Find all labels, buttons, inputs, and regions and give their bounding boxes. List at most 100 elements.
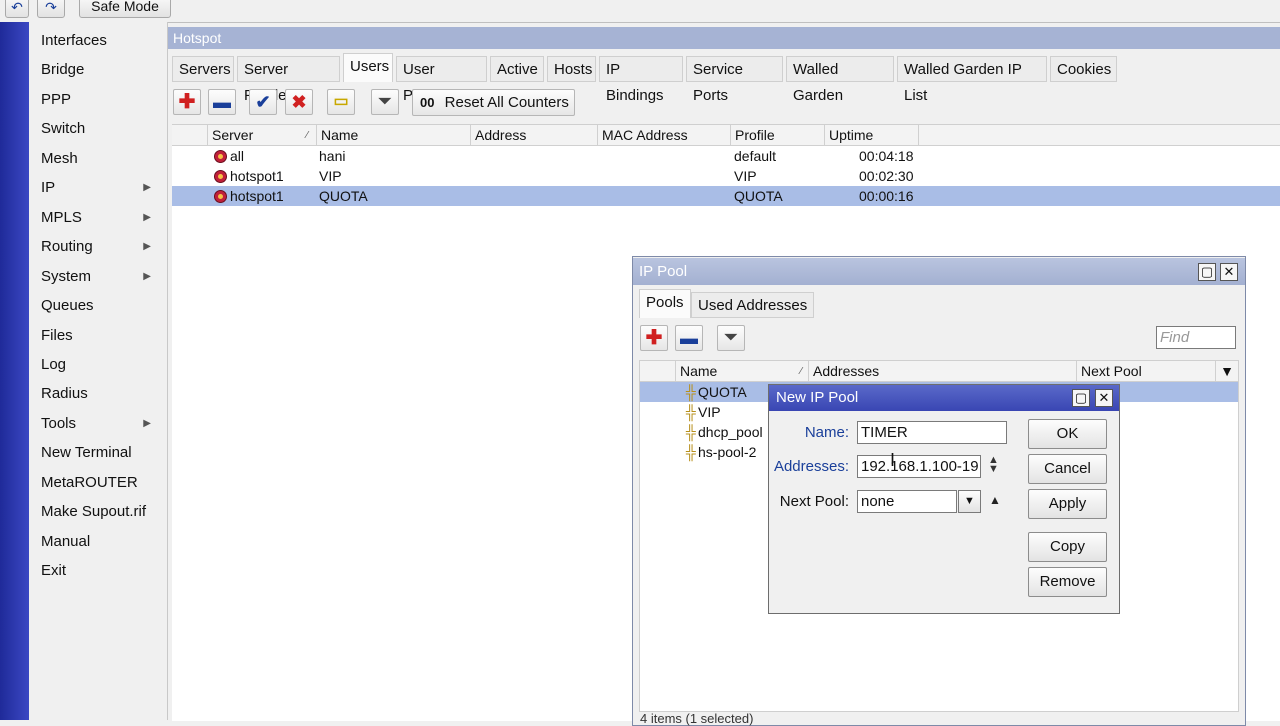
- profile-cell: default: [734, 148, 777, 164]
- apply-button[interactable]: Apply: [1028, 489, 1107, 519]
- redo-button[interactable]: ↷: [37, 0, 65, 18]
- filter-button[interactable]: ⏷: [371, 89, 399, 115]
- next-pool-dropdown[interactable]: ▼: [958, 490, 981, 513]
- redo-icon: ↷: [45, 0, 57, 15]
- uptime-cell: 00:00:16: [859, 188, 914, 204]
- sidebar-item-system[interactable]: System ▶: [41, 265, 161, 289]
- enable-button[interactable]: ✔: [249, 89, 277, 115]
- column-header-uptime[interactable]: Uptime: [825, 125, 919, 146]
- filter-icon: ⏷: [378, 93, 392, 110]
- sidebar-item-mpls[interactable]: MPLS ▶: [41, 206, 161, 230]
- sidebar-item-routing[interactable]: Routing ▶: [41, 235, 161, 259]
- sidebar-item-metarouter[interactable]: MetaROUTER: [41, 471, 161, 495]
- tab-cookies[interactable]: Cookies: [1050, 56, 1117, 82]
- addresses-field[interactable]: 192.168.1.100-19: [857, 455, 981, 478]
- tab-servers[interactable]: Servers: [172, 56, 234, 82]
- pool-remove-button[interactable]: ▬: [675, 325, 703, 351]
- sidebar-item-radius[interactable]: Radius: [41, 382, 161, 406]
- next-pool-select[interactable]: none: [857, 490, 957, 513]
- minus-icon: ▬: [680, 328, 698, 348]
- sidebar-item-manual[interactable]: Manual: [41, 530, 161, 554]
- dialog-close-button[interactable]: ✕: [1095, 389, 1113, 407]
- tab-service-ports[interactable]: Service Ports: [686, 56, 783, 104]
- addresses-stepper[interactable]: ▲ ▼: [988, 455, 999, 475]
- tab-users[interactable]: Users: [343, 53, 393, 82]
- main-menu: Interfaces Bridge PPP Switch Mesh IP ▶ MPLS ▶ Rou…: [29, 22, 168, 720]
- column-header-profile[interactable]: Profile: [731, 125, 825, 146]
- column-header-addresses[interactable]: Addresses: [809, 361, 1077, 382]
- tab-ip-bindings[interactable]: IP Bindings: [599, 56, 683, 104]
- sidebar-item-switch[interactable]: Switch: [41, 117, 161, 141]
- maximize-button[interactable]: ▢: [1198, 263, 1216, 281]
- pool-status: 4 items (1 selected): [640, 711, 754, 726]
- sidebar-item-exit[interactable]: Exit: [41, 559, 161, 583]
- reset-all-counters-button[interactable]: 00 Reset All Counters: [412, 89, 575, 116]
- tab-server-profiles[interactable]: Server Profiles: [237, 56, 340, 104]
- user-icon: [214, 150, 227, 163]
- undo-icon: ↶: [11, 0, 23, 15]
- sidebar-item-files[interactable]: Files: [41, 324, 161, 348]
- add-button[interactable]: ✚: [173, 89, 201, 115]
- sidebar-item-tools[interactable]: Tools ▶: [41, 412, 161, 436]
- submenu-arrow-icon: ▶: [143, 241, 151, 253]
- pool-add-button[interactable]: ✚: [640, 325, 668, 351]
- new-ip-pool-title: New IP Pool: [769, 385, 1119, 411]
- column-header-address[interactable]: Address: [471, 125, 598, 146]
- table-row[interactable]: hotspot1 QUOTA QUOTA 00:00:16: [172, 186, 1280, 206]
- dropdown-icon: ▼: [964, 495, 975, 507]
- name-label: Name:: [804, 424, 849, 441]
- sidebar-item-ppp[interactable]: PPP: [41, 88, 161, 112]
- sidebar-item-queues[interactable]: Queues: [41, 294, 161, 318]
- tab-walled-garden-ip-list[interactable]: Walled Garden IP List: [897, 56, 1047, 104]
- remove-button[interactable]: ▬: [208, 89, 236, 115]
- next-pool-collapse[interactable]: ▲: [989, 493, 1001, 507]
- close-button[interactable]: ✕: [1220, 263, 1238, 281]
- cancel-button[interactable]: Cancel: [1028, 454, 1107, 484]
- column-header-filler: [919, 125, 1280, 146]
- column-header-name[interactable]: Name ⁄: [676, 361, 809, 382]
- column-header-next-pool[interactable]: Next Pool: [1077, 361, 1216, 382]
- remove-button[interactable]: Remove: [1028, 567, 1107, 597]
- sidebar-item-bridge[interactable]: Bridge: [41, 58, 161, 82]
- submenu-arrow-icon: ▶: [143, 270, 151, 282]
- safe-mode-button[interactable]: Safe Mode: [79, 0, 171, 18]
- tab-user-profiles[interactable]: User Profiles: [396, 56, 487, 104]
- tab-active[interactable]: Active: [490, 56, 544, 82]
- column-header-mac-address[interactable]: MAC Address: [598, 125, 731, 146]
- pool-name-cell: ╬ QUOTA: [684, 382, 747, 402]
- column-header-server[interactable]: Server ⁄: [208, 125, 317, 146]
- disable-button[interactable]: ✖: [285, 89, 313, 115]
- pool-icon: ╬: [686, 424, 696, 440]
- table-row[interactable]: all hani default 00:04:18: [172, 146, 1280, 166]
- sort-icon: ⁄: [306, 130, 308, 141]
- plus-icon: ✚: [645, 327, 663, 349]
- undo-button[interactable]: ↶: [5, 0, 29, 18]
- copy-button[interactable]: Copy: [1028, 532, 1107, 562]
- sidebar-item-log[interactable]: Log: [41, 353, 161, 377]
- sidebar-item-mesh[interactable]: Mesh: [41, 147, 161, 171]
- column-menu-button[interactable]: ▼: [1216, 361, 1238, 382]
- check-icon: ✔: [255, 92, 271, 112]
- pool-filter-button[interactable]: ⏷: [717, 325, 745, 351]
- dialog-maximize-button[interactable]: ▢: [1072, 389, 1090, 407]
- sidebar-item-ip[interactable]: IP ▶: [41, 176, 161, 200]
- tab-walled-garden[interactable]: Walled Garden: [786, 56, 894, 104]
- tab-hosts[interactable]: Hosts: [547, 56, 596, 82]
- dropdown-icon: ▼: [1220, 363, 1234, 379]
- comment-button[interactable]: ▭: [327, 89, 355, 115]
- pool-icon: ╬: [686, 384, 696, 400]
- table-row[interactable]: hotspot1 VIP VIP 00:02:30: [172, 166, 1280, 186]
- uptime-cell: 00:04:18: [859, 148, 914, 164]
- pool-icon: ╬: [686, 404, 696, 420]
- find-input[interactable]: Find: [1156, 326, 1236, 349]
- submenu-arrow-icon: ▶: [143, 211, 151, 223]
- tab-used-addresses[interactable]: Used Addresses: [691, 292, 815, 318]
- ok-button[interactable]: OK: [1028, 419, 1107, 449]
- user-icon: [214, 190, 227, 203]
- tab-pools[interactable]: Pools: [639, 289, 691, 318]
- name-field[interactable]: TIMER: [857, 421, 1007, 444]
- column-header-name[interactable]: Name: [317, 125, 471, 146]
- sidebar-item-new-terminal[interactable]: New Terminal: [41, 441, 161, 465]
- sidebar-item-make-supout-rif[interactable]: Make Supout.rif: [41, 500, 161, 524]
- sidebar-item-interfaces[interactable]: Interfaces: [41, 29, 161, 53]
